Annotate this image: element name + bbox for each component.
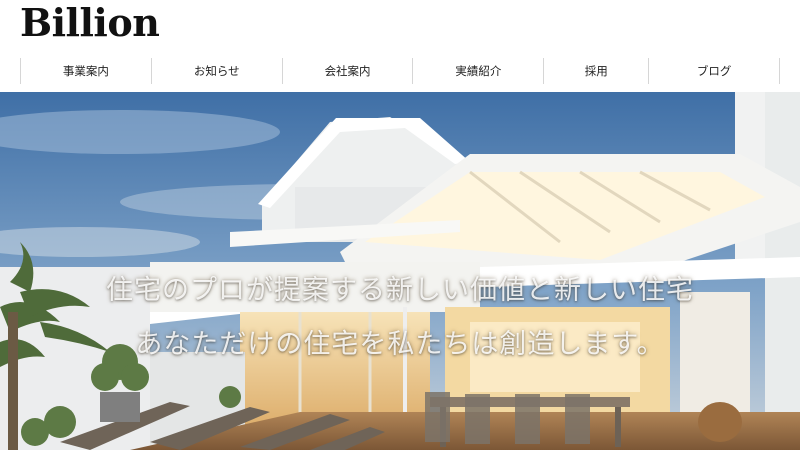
- hero-tagline-2: あなただけの住宅を私たちは創造します。: [135, 329, 665, 360]
- site-header: Billion 事業案内 お知らせ 会社案内 実績紹介 採用 ブログ: [0, 0, 800, 92]
- nav-item-news[interactable]: お知らせ: [150, 58, 282, 84]
- nav-item-company[interactable]: 会社案内: [281, 58, 413, 84]
- nav-item-business[interactable]: 事業案内: [20, 58, 151, 84]
- hero-image: 住宅のプロが提案する新しい価値と新しい住宅 あなただけの住宅を私たちは創造します…: [0, 92, 800, 450]
- site-logo[interactable]: Billion: [20, 0, 160, 46]
- nav-item-blog[interactable]: ブログ: [648, 58, 780, 84]
- nav-item-works[interactable]: 実績紹介: [412, 58, 543, 84]
- nav-item-recruit[interactable]: 採用: [543, 58, 648, 84]
- main-nav: 事業案内 お知らせ 会社案内 実績紹介 採用 ブログ: [20, 58, 780, 84]
- hero-tagline-1: 住宅のプロが提案する新しい価値と新しい住宅: [106, 275, 694, 306]
